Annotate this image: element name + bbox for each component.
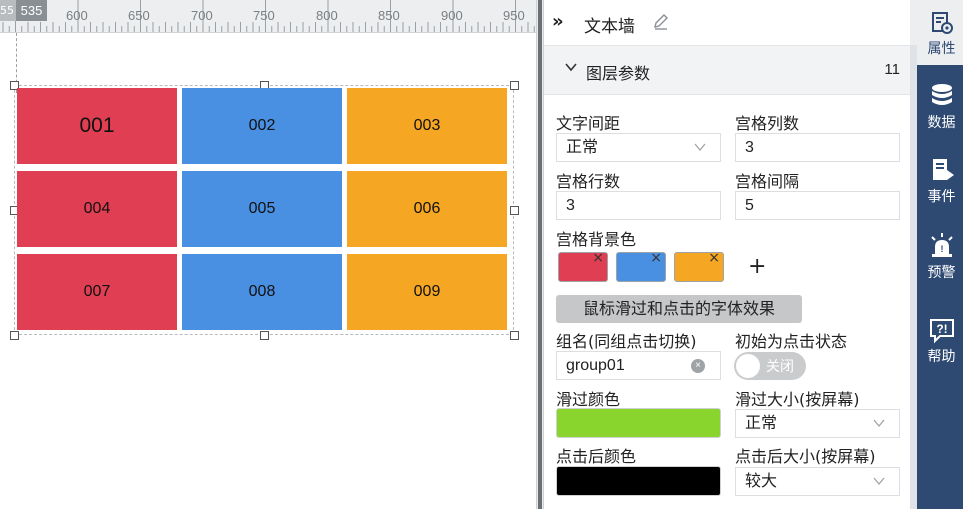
svg-text:?!: ?!	[936, 322, 947, 336]
sidebar-item-events[interactable]: 事件	[920, 156, 963, 206]
resize-handle-top-right[interactable]	[510, 81, 519, 90]
resize-handle-bottom-right[interactable]	[510, 331, 519, 340]
hover-color-label: 滑过颜色	[556, 390, 621, 409]
help-icon: ?!	[929, 319, 954, 344]
chevron-down-icon	[873, 477, 885, 486]
text-spacing-label: 文字间距	[556, 114, 621, 133]
hover-size-select[interactable]: 正常	[735, 409, 900, 438]
initial-click-label: 初始为点击状态	[735, 332, 848, 351]
ruler-label: 900	[441, 8, 463, 23]
wall-cell[interactable]: 004	[17, 171, 177, 247]
sidebar-item-alarm[interactable]: ! 预警	[920, 232, 963, 282]
svg-text:!: !	[940, 244, 943, 254]
wall-cell[interactable]: 007	[17, 254, 177, 330]
chevron-down-icon	[873, 419, 885, 428]
wall-cell[interactable]: 005	[182, 171, 342, 247]
click-size-value: 较大	[745, 473, 778, 490]
wall-cell[interactable]: 009	[347, 254, 507, 330]
event-icon	[932, 159, 954, 180]
resize-handle-right[interactable]	[510, 206, 519, 215]
resize-handle-bottom[interactable]	[260, 331, 269, 340]
ruler-label: 800	[316, 8, 338, 23]
close-icon[interactable]: ×	[650, 250, 662, 266]
panel-title: 文本墙	[584, 17, 635, 37]
editor-root: 600 650 700 750 800 850 900 950 55 535 0…	[0, 0, 963, 509]
right-sidebar: 属性 数据 事件 ! 预警 ?! 帮助	[910, 0, 963, 509]
chevron-down-icon	[694, 143, 706, 152]
sidebar-item-label: 数据	[927, 115, 956, 131]
resize-handle-bottom-left[interactable]	[10, 331, 19, 340]
properties-panel: » 文本墙 图层参数 11 文字间距 宫格列数 正常 3 宫格行数 宫格间隔 3…	[544, 0, 910, 509]
section-title: 图层参数	[586, 64, 651, 83]
initial-click-toggle[interactable]: 关闭	[734, 352, 806, 380]
group-name-label: 组名(同组点击切换)	[556, 332, 697, 351]
ruler-marker: 55	[0, 0, 16, 21]
toggle-knob	[736, 354, 760, 378]
pencil-icon[interactable]	[652, 13, 670, 31]
text-wall-grid: 001 002 003 004 005 006 007 008 009	[17, 88, 507, 330]
bg-color-label: 宫格背景色	[556, 230, 637, 249]
panel-header: » 文本墙	[544, 0, 910, 46]
click-color-label: 点击后颜色	[556, 447, 637, 466]
sidebar-item-data[interactable]: 数据	[920, 82, 963, 132]
panel-scrollbar[interactable]	[536, 0, 544, 509]
add-color-button[interactable]: +	[748, 254, 766, 279]
toggle-text: 关闭	[766, 359, 794, 375]
section-header-layer-params[interactable]: 图层参数 11	[544, 46, 910, 95]
hover-size-value: 正常	[745, 415, 778, 432]
design-canvas[interactable]: 600 650 700 750 800 850 900 950 55 535 0…	[0, 0, 536, 509]
bg-color-swatch[interactable]: ×	[616, 250, 666, 282]
sidebar-item-label: 事件	[927, 189, 956, 205]
ruler-label: 650	[128, 8, 150, 23]
rows-input[interactable]: 3	[556, 191, 721, 220]
group-name-value: group01	[566, 357, 625, 374]
wall-cell[interactable]: 001	[17, 88, 177, 164]
group-name-input[interactable]: group01 ×	[556, 351, 721, 380]
text-spacing-value: 正常	[566, 139, 599, 156]
alarm-icon: !	[930, 233, 953, 257]
database-icon	[931, 84, 952, 105]
bg-color-swatch[interactable]: ×	[674, 250, 724, 282]
gap-input[interactable]: 5	[735, 191, 900, 220]
wall-cell[interactable]: 003	[347, 88, 507, 164]
wall-cell[interactable]: 008	[182, 254, 342, 330]
sidebar-edge	[910, 45, 917, 509]
close-icon[interactable]: ×	[592, 250, 604, 266]
text-spacing-select[interactable]: 正常	[556, 133, 721, 162]
ruler-label: 750	[253, 8, 275, 23]
rows-label: 宫格行数	[556, 172, 621, 191]
ruler-label: 850	[378, 8, 400, 23]
clear-icon[interactable]: ×	[691, 359, 705, 373]
columns-label: 宫格列数	[735, 114, 800, 133]
chevron-down-icon	[565, 63, 577, 72]
columns-input[interactable]: 3	[735, 133, 900, 162]
hover-size-label: 滑过大小(按屏幕)	[735, 390, 860, 409]
ruler-label: 950	[503, 8, 525, 23]
wall-cell[interactable]: 002	[182, 88, 342, 164]
ruler-position-readout: 535	[16, 0, 47, 21]
ruler-label: 600	[66, 8, 88, 23]
section-count: 11	[884, 61, 900, 78]
sidebar-item-properties[interactable]: 属性	[920, 10, 963, 58]
bg-color-swatch[interactable]: ×	[558, 250, 608, 282]
click-size-select[interactable]: 较大	[735, 467, 900, 496]
click-size-label: 点击后大小(按屏幕)	[735, 447, 876, 466]
properties-icon	[931, 12, 953, 34]
double-chevron-right-icon[interactable]: »	[552, 11, 564, 32]
sidebar-item-help[interactable]: ?! 帮助	[920, 316, 963, 366]
scrollbar-thumb[interactable]	[538, 0, 542, 509]
hover-color-picker[interactable]	[556, 408, 721, 438]
ruler-label: 700	[191, 8, 213, 23]
close-icon[interactable]: ×	[708, 250, 720, 266]
hover-click-font-effects-button[interactable]: 鼠标滑过和点击的字体效果	[556, 295, 802, 323]
gap-label: 宫格间隔	[735, 172, 800, 191]
horizontal-ruler: 600 650 700 750 800 850 900 950 55 535	[0, 0, 536, 33]
sidebar-item-label: 预警	[927, 265, 956, 281]
click-color-picker[interactable]	[556, 466, 721, 496]
sidebar-item-label: 属性	[927, 41, 956, 57]
sidebar-item-label: 帮助	[927, 349, 956, 365]
wall-cell[interactable]: 006	[347, 171, 507, 247]
